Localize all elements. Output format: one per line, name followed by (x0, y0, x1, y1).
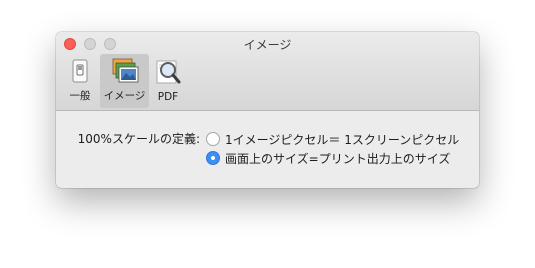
window-title: イメージ (243, 38, 292, 52)
scale-definition-label: 100%スケールの定義: (77, 132, 200, 146)
radio-option-pixel[interactable]: 1イメージピクセル＝ 1スクリーンピクセル (206, 130, 459, 148)
radio-option-print-size[interactable]: 画面上のサイズ=プリント出力上のサイズ (206, 149, 450, 167)
radio-label-pixel[interactable]: 1イメージピクセル＝ 1スクリーンピクセル (225, 131, 459, 148)
tab-pdf-label: PDF (157, 91, 179, 103)
tab-general-label: 一般 (69, 90, 91, 102)
magnifier-icon (154, 57, 182, 91)
tab-general[interactable]: 一般 (62, 54, 98, 108)
tab-image-label: イメージ (103, 90, 146, 102)
switch-icon (67, 57, 93, 89)
radio-button-pixel[interactable] (206, 132, 220, 146)
title-toolbar: イメージ 一般 イメージ PDF (56, 32, 479, 111)
preferences-window: イメージ 一般 イメージ PDF 100%スケールの定義: 1イメージピクセル＝… (56, 32, 479, 188)
images-icon (109, 57, 141, 91)
radio-label-print-size[interactable]: 画面上のサイズ=プリント出力上のサイズ (225, 150, 450, 167)
tab-pdf[interactable]: PDF (151, 54, 185, 108)
tab-image[interactable]: イメージ (100, 54, 149, 108)
radio-button-print-size[interactable] (206, 151, 220, 165)
